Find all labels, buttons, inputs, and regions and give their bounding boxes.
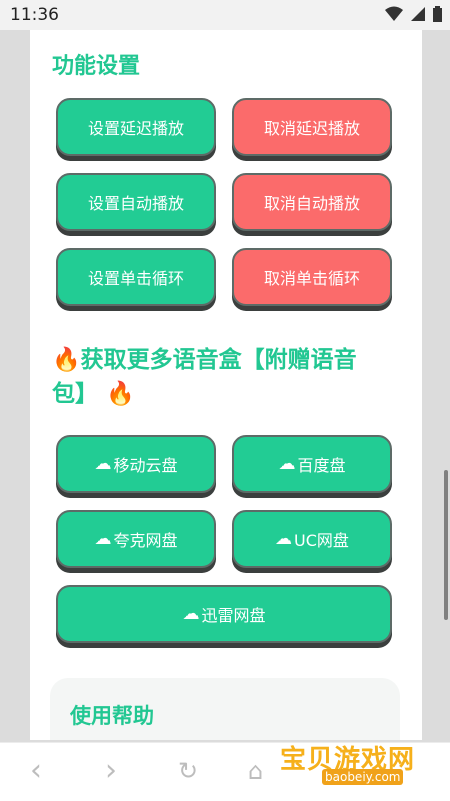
cloud-icon: ☁ [94, 454, 112, 474]
page-content: 功能设置 设置延迟播放 取消延迟播放 设置自动播放 取消自动播放 设置单击循环 … [30, 30, 422, 740]
cloud-icon: ☁ [275, 529, 293, 549]
wifi-icon [385, 6, 403, 21]
scrollbar-thumb[interactable] [444, 470, 448, 620]
fire-icon: 🔥 [106, 381, 135, 407]
cloud-icon: ☁ [94, 529, 112, 549]
promo-title-text: 获取更多语音盒【附赠语音包】 [52, 347, 357, 407]
promo-title: 🔥获取更多语音盒【附赠语音包】 🔥 [52, 343, 402, 411]
signal-icon [411, 7, 425, 21]
status-icons [385, 6, 442, 22]
mobile-cloud-button[interactable]: ☁ 移动云盘 [56, 435, 216, 493]
uc-pan-label: UC网盘 [294, 531, 349, 550]
uc-pan-button[interactable]: ☁ UC网盘 [232, 510, 392, 568]
settings-title: 功能设置 [52, 54, 141, 79]
baidu-pan-button[interactable]: ☁ 百度盘 [232, 435, 392, 493]
baidu-pan-label: 百度盘 [297, 456, 346, 475]
mobile-cloud-label: 移动云盘 [113, 456, 178, 475]
xunlei-pan-button[interactable]: ☁ 迅雷网盘 [56, 585, 392, 643]
home-icon[interactable]: ⌂ [248, 757, 263, 785]
set-delay-play-button[interactable]: 设置延迟播放 [56, 98, 216, 156]
cancel-click-loop-button[interactable]: 取消单击循环 [232, 248, 392, 306]
quark-pan-button[interactable]: ☁ 夸克网盘 [56, 510, 216, 568]
quark-pan-label: 夸克网盘 [113, 531, 178, 550]
cancel-delay-play-button[interactable]: 取消延迟播放 [232, 98, 392, 156]
status-time: 11:36 [10, 5, 59, 25]
back-icon[interactable]: ‹ [30, 753, 42, 788]
forward-icon[interactable]: › [105, 753, 117, 788]
cancel-auto-play-button[interactable]: 取消自动播放 [232, 173, 392, 231]
refresh-icon[interactable]: ↻ [178, 757, 198, 785]
xunlei-pan-label: 迅雷网盘 [201, 606, 266, 625]
fire-icon: 🔥 [52, 347, 81, 373]
help-card: 使用帮助 [50, 678, 400, 740]
cloud-icon: ☁ [182, 604, 200, 624]
browser-bottom-bar: ‹ › ↻ ⌂ 宝贝游戏网 baobeiy.com [0, 742, 450, 801]
cloud-icon: ☁ [278, 454, 296, 474]
battery-icon [433, 6, 442, 22]
set-click-loop-button[interactable]: 设置单击循环 [56, 248, 216, 306]
status-bar: 11:36 [0, 0, 450, 30]
watermark-url: baobeiy.com [322, 769, 404, 785]
watermark: 宝贝游戏网 baobeiy.com [270, 735, 450, 795]
set-auto-play-button[interactable]: 设置自动播放 [56, 173, 216, 231]
help-title: 使用帮助 [70, 704, 154, 728]
